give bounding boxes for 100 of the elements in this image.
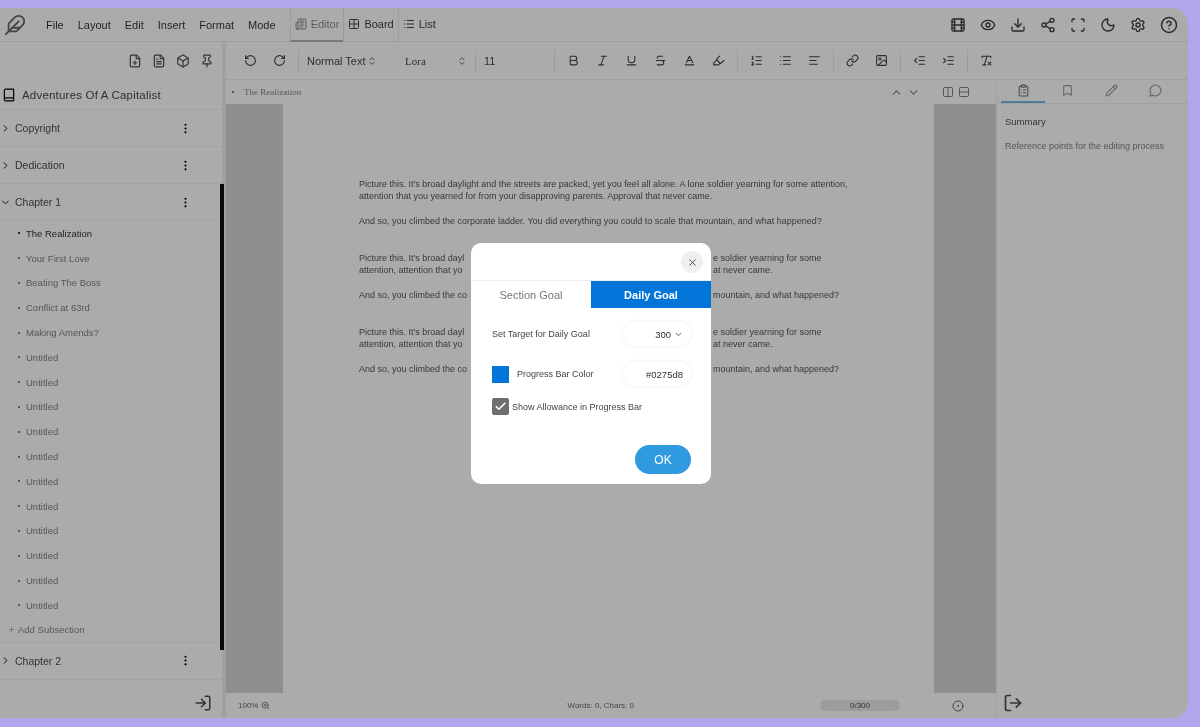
document-icon[interactable] — [152, 54, 166, 68]
section-item[interactable]: Conflict at 63rd — [0, 295, 222, 321]
section-item[interactable]: Untitled — [0, 493, 222, 519]
font-size-field[interactable]: 11 — [480, 48, 550, 73]
clipboard-icon[interactable] — [1016, 84, 1030, 97]
section-item[interactable]: Untitled — [0, 518, 222, 544]
chapter-title: Chapter 2 — [15, 654, 63, 667]
paragraph-fragment: Picture this. It's broad dayl — [359, 252, 465, 264]
section-item[interactable]: The Realization — [0, 221, 222, 246]
comment-icon[interactable] — [1148, 84, 1162, 97]
section-item[interactable]: Untitled — [0, 419, 222, 445]
chapter-title: Chapter 1 — [15, 196, 63, 208]
chapter-row[interactable]: Chapter 2 — [0, 642, 222, 680]
menu-item[interactable]: Edit — [124, 18, 144, 31]
book-title: Adventures Of A Capitalist — [22, 88, 161, 101]
target-icon[interactable] — [952, 699, 964, 712]
paragraph-fragment: at never came. — [713, 338, 773, 350]
italic-icon[interactable] — [596, 54, 609, 67]
feather-logo-icon — [4, 13, 26, 36]
film-icon[interactable] — [950, 16, 966, 33]
font-color-icon[interactable] — [683, 54, 696, 67]
ok-button[interactable]: OK — [635, 445, 691, 474]
split-horizontal-icon[interactable] — [958, 86, 970, 98]
summary-heading: Summary — [1004, 115, 1047, 127]
view-tab[interactable]: Board — [343, 8, 398, 42]
paragraph-fragment: mountain, and what happened? — [713, 289, 840, 301]
allowance-checkbox[interactable] — [492, 398, 509, 415]
cube-icon[interactable] — [176, 54, 190, 68]
outdent-icon[interactable] — [913, 54, 926, 67]
menu-item[interactable]: File — [46, 18, 64, 31]
new-file-icon[interactable] — [128, 54, 142, 68]
word-count: Words: 0, Chars: 0 — [567, 701, 634, 710]
download-icon[interactable] — [1010, 16, 1026, 33]
bullet-list-icon[interactable] — [779, 54, 792, 67]
undo-icon[interactable] — [244, 54, 257, 67]
section-item[interactable]: Untitled — [0, 568, 222, 593]
redo-icon[interactable] — [273, 54, 286, 67]
menu-item[interactable]: Layout — [77, 18, 111, 31]
section-item[interactable]: Untitled — [0, 592, 222, 618]
section-item[interactable]: Untitled — [0, 543, 222, 569]
font-select[interactable]: Lora — [381, 48, 471, 73]
paragraph-fragment: And so, you climbed the co — [359, 363, 468, 375]
dialog-tab[interactable]: Daily Goal — [591, 281, 711, 308]
view-tab[interactable]: List — [397, 8, 440, 42]
section-item[interactable]: Your First Love — [0, 245, 222, 271]
paragraph: Picture this. It's broad daylight and the streets are packed, yet you feel all alone. A lone soldier yearning for some attention, attention that you yearned for from your disapproving parents. Approval that never came. — [359, 178, 849, 202]
color-field[interactable]: #0275d8 — [623, 362, 691, 386]
pin-icon[interactable] — [200, 54, 214, 68]
view-tab[interactable]: Editor — [289, 8, 344, 42]
allowance-label: Show Allowance in Progress Bar — [512, 401, 644, 412]
section-item[interactable]: Untitled — [0, 345, 222, 370]
paragraph-fragment: attention, attention that yo — [359, 338, 463, 350]
color-swatch[interactable] — [492, 365, 509, 383]
menu-item[interactable]: Format — [199, 18, 235, 31]
style-select[interactable]: Normal Text — [303, 48, 381, 73]
settings-icon[interactable] — [1130, 16, 1146, 33]
close-icon[interactable] — [686, 256, 698, 268]
paragraph: And so, you climbed the corporate ladder. You did everything you could to scale that mountain, and what happened? — [359, 215, 823, 227]
indent-icon[interactable] — [942, 54, 955, 67]
section-item[interactable]: Untitled — [0, 444, 222, 469]
chapter-row[interactable]: Dedication — [0, 147, 222, 184]
section-item[interactable]: Untitled — [0, 468, 222, 494]
underline-icon[interactable] — [625, 54, 638, 67]
help-icon[interactable] — [1160, 15, 1178, 34]
clear-format-icon[interactable] — [980, 54, 993, 67]
collapse-icon[interactable] — [194, 694, 212, 712]
image-icon[interactable] — [875, 54, 888, 67]
paragraph-fragment: e soldier yearning for some — [713, 252, 822, 264]
updown-icon — [457, 55, 467, 66]
target-dropdown[interactable]: 300 — [623, 322, 691, 346]
bold-icon[interactable] — [567, 54, 580, 67]
expand-icon[interactable] — [1003, 693, 1023, 713]
link-icon[interactable] — [846, 54, 859, 67]
target-label: Set Target for Daily Goal — [492, 329, 591, 339]
zoom-icon[interactable] — [261, 701, 271, 710]
split-vertical-icon[interactable] — [942, 86, 954, 98]
list-icon[interactable] — [402, 17, 415, 30]
share-icon[interactable] — [1040, 16, 1056, 33]
scrollbar[interactable] — [220, 184, 224, 650]
numbered-list-icon[interactable] — [750, 54, 763, 67]
progress-label: 0/300 — [850, 701, 871, 710]
summary-field[interactable]: Reference points for the editing process — [1003, 139, 1180, 199]
section-item[interactable]: Untitled — [0, 369, 222, 395]
moon-icon[interactable] — [1100, 16, 1116, 33]
chapter-row[interactable]: Copyright — [0, 110, 222, 147]
paragraph-fragment: mountain, and what happened? — [713, 363, 840, 375]
section-item[interactable]: Making Amends? — [0, 320, 222, 345]
bookmark-icon[interactable] — [1060, 84, 1074, 97]
grid-icon[interactable] — [348, 17, 361, 30]
fullscreen-icon[interactable] — [1070, 16, 1086, 33]
strikethrough-icon[interactable] — [654, 54, 667, 67]
menu-item[interactable]: Mode — [248, 18, 276, 31]
section-item[interactable]: Untitled — [0, 394, 222, 420]
section-item[interactable]: Beating The Boss — [0, 270, 222, 296]
zoom-level[interactable]: 100% — [238, 701, 259, 710]
book-icon — [2, 87, 16, 102]
updown-icon — [367, 55, 377, 66]
highlight-icon[interactable] — [712, 54, 725, 67]
align-icon[interactable] — [808, 54, 821, 67]
menu-item[interactable]: Insert — [157, 18, 186, 31]
